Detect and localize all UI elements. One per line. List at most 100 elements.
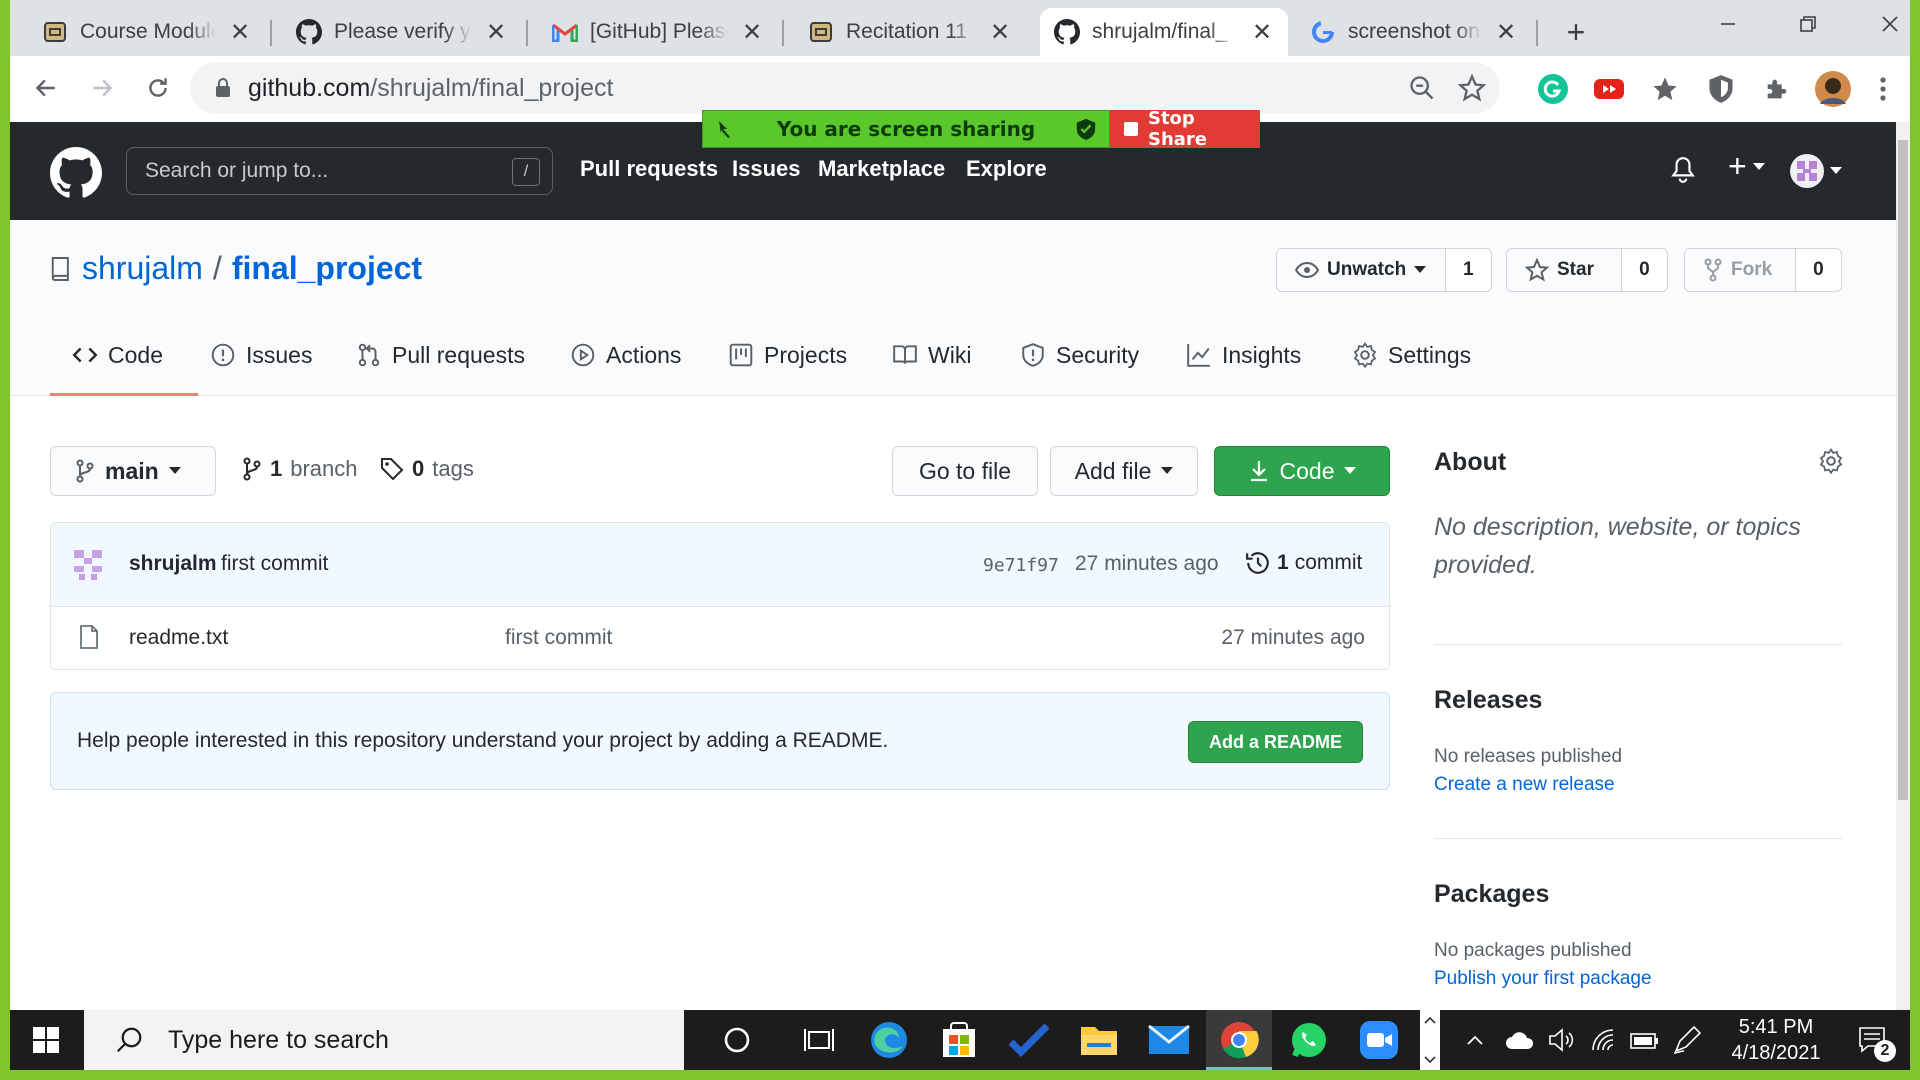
browser-tab-gmail[interactable]: [GitHub] Please ✕ bbox=[538, 8, 778, 56]
about-settings-gear-icon[interactable] bbox=[1818, 448, 1844, 474]
microsoft-todo-icon[interactable] bbox=[1006, 1018, 1052, 1062]
tab-projects[interactable]: Projects bbox=[728, 330, 847, 396]
bookmark-star-icon[interactable] bbox=[1458, 74, 1486, 102]
branches-link[interactable]: 1 branch bbox=[242, 456, 358, 482]
star-extension-icon[interactable] bbox=[1646, 70, 1684, 108]
task-view-icon[interactable] bbox=[796, 1018, 842, 1062]
microsoft-store-icon[interactable] bbox=[936, 1018, 982, 1062]
notifications-bell-icon[interactable] bbox=[1670, 156, 1696, 184]
taskbar-scroll-arrows[interactable] bbox=[1420, 1010, 1440, 1070]
stop-share-button[interactable]: Stop Share bbox=[1110, 108, 1260, 150]
browser-tab-recitation[interactable]: Recitation 11 - ✕ bbox=[794, 8, 1026, 56]
tab-settings[interactable]: Settings bbox=[1352, 330, 1471, 396]
minimize-icon[interactable] bbox=[1700, 6, 1756, 42]
windows-start-button[interactable] bbox=[10, 1010, 82, 1070]
watch-button[interactable]: Unwatch 1 bbox=[1276, 248, 1492, 292]
fork-button[interactable]: Fork 0 bbox=[1684, 248, 1842, 292]
screen-sharing-indicator[interactable]: You are screen sharing bbox=[702, 110, 1110, 148]
file-explorer-icon[interactable] bbox=[1076, 1018, 1122, 1062]
github-search-input[interactable]: Search or jump to... / bbox=[126, 147, 553, 195]
tags-link[interactable]: 0 tags bbox=[380, 456, 474, 482]
address-bar[interactable]: github.com/shrujalm/final_project bbox=[190, 62, 1500, 114]
close-tab-icon[interactable]: ✕ bbox=[1250, 18, 1274, 47]
reload-button[interactable] bbox=[136, 66, 180, 110]
chrome-icon[interactable] bbox=[1216, 1018, 1262, 1062]
packages-heading[interactable]: Packages bbox=[1434, 880, 1549, 909]
wifi-icon[interactable] bbox=[1588, 1024, 1622, 1056]
tab-pull-requests[interactable]: Pull requests bbox=[356, 330, 525, 396]
star-count[interactable]: 0 bbox=[1621, 249, 1667, 291]
battery-icon[interactable] bbox=[1628, 1024, 1662, 1056]
watch-count[interactable]: 1 bbox=[1445, 249, 1491, 291]
star-button[interactable]: Star 0 bbox=[1506, 248, 1668, 292]
taskbar-clock[interactable]: 5:41 PM 4/18/2021 bbox=[1716, 1014, 1836, 1066]
volume-icon[interactable] bbox=[1546, 1024, 1580, 1056]
grammarly-icon[interactable] bbox=[1534, 70, 1572, 108]
page-scrollbar[interactable] bbox=[1896, 122, 1910, 1010]
browser-tab-please-verify[interactable]: Please verify yo ✕ bbox=[282, 8, 522, 56]
repo-name-link[interactable]: final_project bbox=[232, 250, 422, 287]
header-nav-explore[interactable]: Explore bbox=[966, 156, 1047, 182]
commit-author[interactable]: shrujalm bbox=[129, 552, 217, 576]
close-window-icon[interactable] bbox=[1862, 6, 1918, 42]
repo-owner-link[interactable]: shrujalm bbox=[82, 250, 203, 287]
header-nav-issues[interactable]: Issues bbox=[732, 156, 801, 182]
commit-message[interactable]: first commit bbox=[221, 552, 328, 576]
commit-history-link[interactable]: 1 commit bbox=[1245, 550, 1362, 576]
action-center-icon[interactable]: 2 bbox=[1850, 1024, 1896, 1062]
new-tab-button[interactable]: + bbox=[1554, 10, 1598, 54]
create-new-dropdown[interactable]: + bbox=[1728, 148, 1765, 185]
add-readme-button[interactable]: Add a README bbox=[1187, 721, 1363, 763]
back-button[interactable] bbox=[24, 66, 68, 110]
create-release-link[interactable]: Create a new release bbox=[1434, 774, 1615, 796]
tab-issues[interactable]: Issues bbox=[210, 330, 312, 396]
cortana-icon[interactable] bbox=[714, 1018, 760, 1062]
shield-extension-icon[interactable] bbox=[1702, 70, 1740, 108]
browser-tab-google-search[interactable]: screenshot on ✕ bbox=[1296, 8, 1532, 56]
close-tab-icon[interactable]: ✕ bbox=[484, 18, 508, 47]
browser-tab-course-module[interactable]: Course Module ✕ bbox=[28, 8, 266, 56]
edge-browser-icon[interactable] bbox=[866, 1018, 912, 1062]
github-logo-icon[interactable] bbox=[50, 147, 102, 199]
extensions-puzzle-icon[interactable] bbox=[1758, 70, 1796, 108]
publish-package-link[interactable]: Publish your first package bbox=[1434, 968, 1652, 990]
go-to-file-button[interactable]: Go to file bbox=[892, 446, 1038, 496]
close-tab-icon[interactable]: ✕ bbox=[988, 18, 1012, 47]
forward-button[interactable] bbox=[80, 66, 124, 110]
taskbar-search-box[interactable]: Type here to search bbox=[84, 1010, 684, 1070]
onedrive-cloud-icon[interactable] bbox=[1502, 1024, 1538, 1056]
zoom-app-icon[interactable] bbox=[1356, 1018, 1402, 1062]
whatsapp-icon[interactable] bbox=[1286, 1018, 1332, 1062]
tab-code[interactable]: Code bbox=[50, 330, 198, 396]
scrollbar-thumb[interactable] bbox=[1898, 140, 1908, 800]
zoom-icon[interactable] bbox=[1408, 74, 1436, 102]
restore-icon[interactable] bbox=[1780, 6, 1836, 42]
add-file-dropdown[interactable]: Add file bbox=[1050, 446, 1198, 496]
close-tab-icon[interactable]: ✕ bbox=[1494, 18, 1518, 47]
header-nav-marketplace[interactable]: Marketplace bbox=[818, 156, 945, 182]
browser-menu-icon[interactable] bbox=[1864, 70, 1902, 108]
close-tab-icon[interactable]: ✕ bbox=[228, 18, 252, 47]
header-nav-pull-requests[interactable]: Pull requests bbox=[580, 156, 718, 182]
close-tab-icon[interactable]: ✕ bbox=[740, 18, 764, 47]
commit-sha[interactable]: 9e71f97 bbox=[983, 555, 1059, 576]
branch-selector[interactable]: main bbox=[50, 446, 216, 496]
file-row[interactable]: readme.txt first commit 27 minutes ago bbox=[51, 607, 1389, 669]
author-avatar[interactable] bbox=[71, 547, 105, 581]
mail-icon[interactable] bbox=[1146, 1018, 1192, 1062]
tab-security[interactable]: Security bbox=[1020, 330, 1139, 396]
file-commit-message[interactable]: first commit bbox=[505, 626, 612, 650]
fork-count[interactable]: 0 bbox=[1795, 249, 1841, 291]
pen-workspace-icon[interactable] bbox=[1670, 1024, 1704, 1056]
file-name-link[interactable]: readme.txt bbox=[129, 626, 228, 650]
tab-actions[interactable]: Actions bbox=[570, 330, 681, 396]
code-download-dropdown[interactable]: Code bbox=[1214, 446, 1390, 496]
releases-heading[interactable]: Releases bbox=[1434, 686, 1542, 715]
profile-avatar-icon[interactable] bbox=[1814, 70, 1852, 108]
user-menu-dropdown[interactable] bbox=[1790, 154, 1842, 188]
show-hidden-icons-chevron[interactable] bbox=[1460, 1024, 1490, 1056]
youtube-extension-icon[interactable] bbox=[1590, 70, 1628, 108]
tab-wiki[interactable]: Wiki bbox=[892, 330, 971, 396]
browser-tab-active-repo[interactable]: shrujalm/final_ ✕ bbox=[1040, 8, 1288, 56]
tab-insights[interactable]: Insights bbox=[1186, 330, 1301, 396]
